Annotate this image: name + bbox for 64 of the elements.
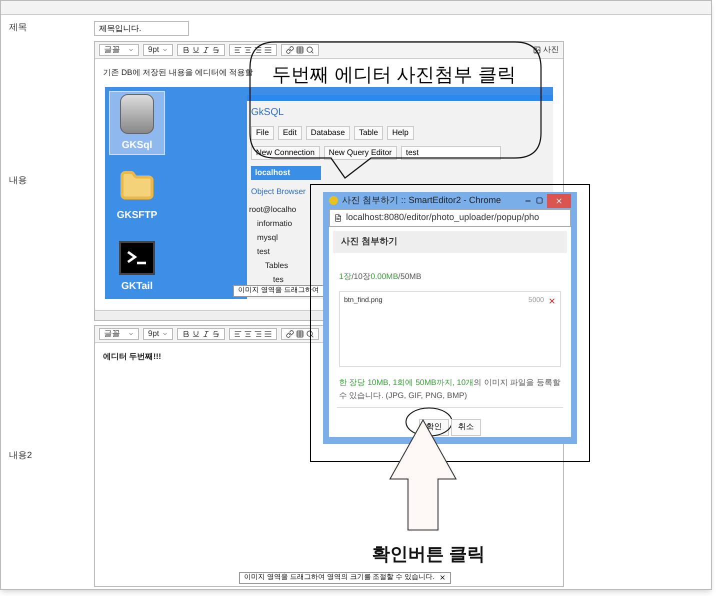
dialog-header: 사진 첨부하기 (333, 231, 567, 253)
image-icon (533, 46, 541, 54)
close-icon[interactable] (438, 574, 446, 582)
search-icon[interactable] (306, 46, 314, 54)
link-icon[interactable] (286, 46, 294, 54)
format-icon[interactable] (182, 46, 190, 54)
maximize-icon[interactable] (536, 197, 543, 204)
size-select[interactable]: 9pt (143, 44, 173, 56)
editor-text: 에디터 두번째!!! (102, 351, 162, 363)
shortcut-label: GKSql (122, 138, 152, 153)
delete-icon[interactable] (548, 297, 556, 306)
format-icon[interactable] (192, 330, 200, 338)
address-bar[interactable]: localhost:8080/editor/photo_uploader/popup/pho (329, 209, 571, 227)
align-icon[interactable] (264, 330, 272, 338)
align-icon[interactable] (244, 330, 252, 338)
menu-button[interactable]: File (251, 126, 274, 140)
menu-button[interactable]: Edit (278, 126, 302, 140)
table-icon[interactable] (296, 46, 304, 54)
caret-icon (128, 47, 134, 53)
table-icon[interactable] (296, 330, 304, 338)
app-icon (329, 196, 338, 206)
size-select[interactable]: 9pt (143, 328, 173, 340)
format-icon[interactable] (192, 46, 200, 54)
align-icon[interactable] (244, 46, 252, 54)
title-input[interactable]: 제목입니다. (94, 20, 189, 36)
app-title: GkSQL (251, 106, 285, 120)
align-icon[interactable] (234, 330, 242, 338)
upload-counter: 1장/10장0.00MB/50MB (339, 272, 422, 281)
format-icon[interactable] (212, 46, 220, 54)
format-icon[interactable] (202, 46, 210, 54)
field-label: 내용 (8, 174, 28, 188)
caption-text: 확인버튼 클릭 (372, 543, 486, 566)
search-icon[interactable] (306, 330, 314, 338)
panel-title: Object Browser (251, 186, 307, 198)
field-label: 제목 (8, 21, 28, 34)
dialog-button[interactable]: 취소 (451, 418, 481, 436)
link-icon[interactable] (286, 330, 294, 338)
caret-icon (162, 331, 168, 337)
menu-button[interactable]: Help (387, 126, 414, 140)
upload-notice: 한 장당 10MB, 1회에 50MB까지, 10개의 이미지 파일을 등록할 수 있습니다. (JPG, GIF, PNG, BMP) (339, 378, 560, 400)
shortcut-label: GKTail (121, 280, 153, 294)
caret-icon (128, 331, 134, 337)
font-select[interactable]: 글꼴 (99, 328, 139, 340)
field-label: 내용2 (8, 449, 34, 462)
caret-icon (162, 47, 168, 53)
database-select[interactable]: test (400, 146, 501, 160)
window-title: 사진 첨부하기 :: SmartEditor2 - Chrome (342, 194, 502, 207)
align-icon[interactable] (264, 46, 272, 54)
close-icon (555, 196, 563, 205)
align-icon[interactable] (234, 46, 242, 54)
callout-text: 두번째 에디터 사진첨부 클릭 (272, 64, 516, 88)
toolbar-button[interactable]: New Query Editor (324, 146, 397, 160)
terminal-icon (119, 240, 155, 275)
menu-button[interactable]: Database (306, 126, 350, 140)
format-icon[interactable] (202, 330, 210, 338)
format-icon[interactable] (212, 330, 220, 338)
align-icon[interactable] (254, 46, 262, 54)
shortcut-label: GKSFTP (116, 208, 158, 223)
align-icon[interactable] (254, 330, 262, 338)
menu-button[interactable]: Table (354, 126, 384, 140)
font-select[interactable]: 글꼴 (99, 44, 139, 56)
format-icon[interactable] (182, 330, 190, 338)
photo-button[interactable]: 사진 (533, 44, 559, 56)
database-icon (120, 94, 154, 134)
